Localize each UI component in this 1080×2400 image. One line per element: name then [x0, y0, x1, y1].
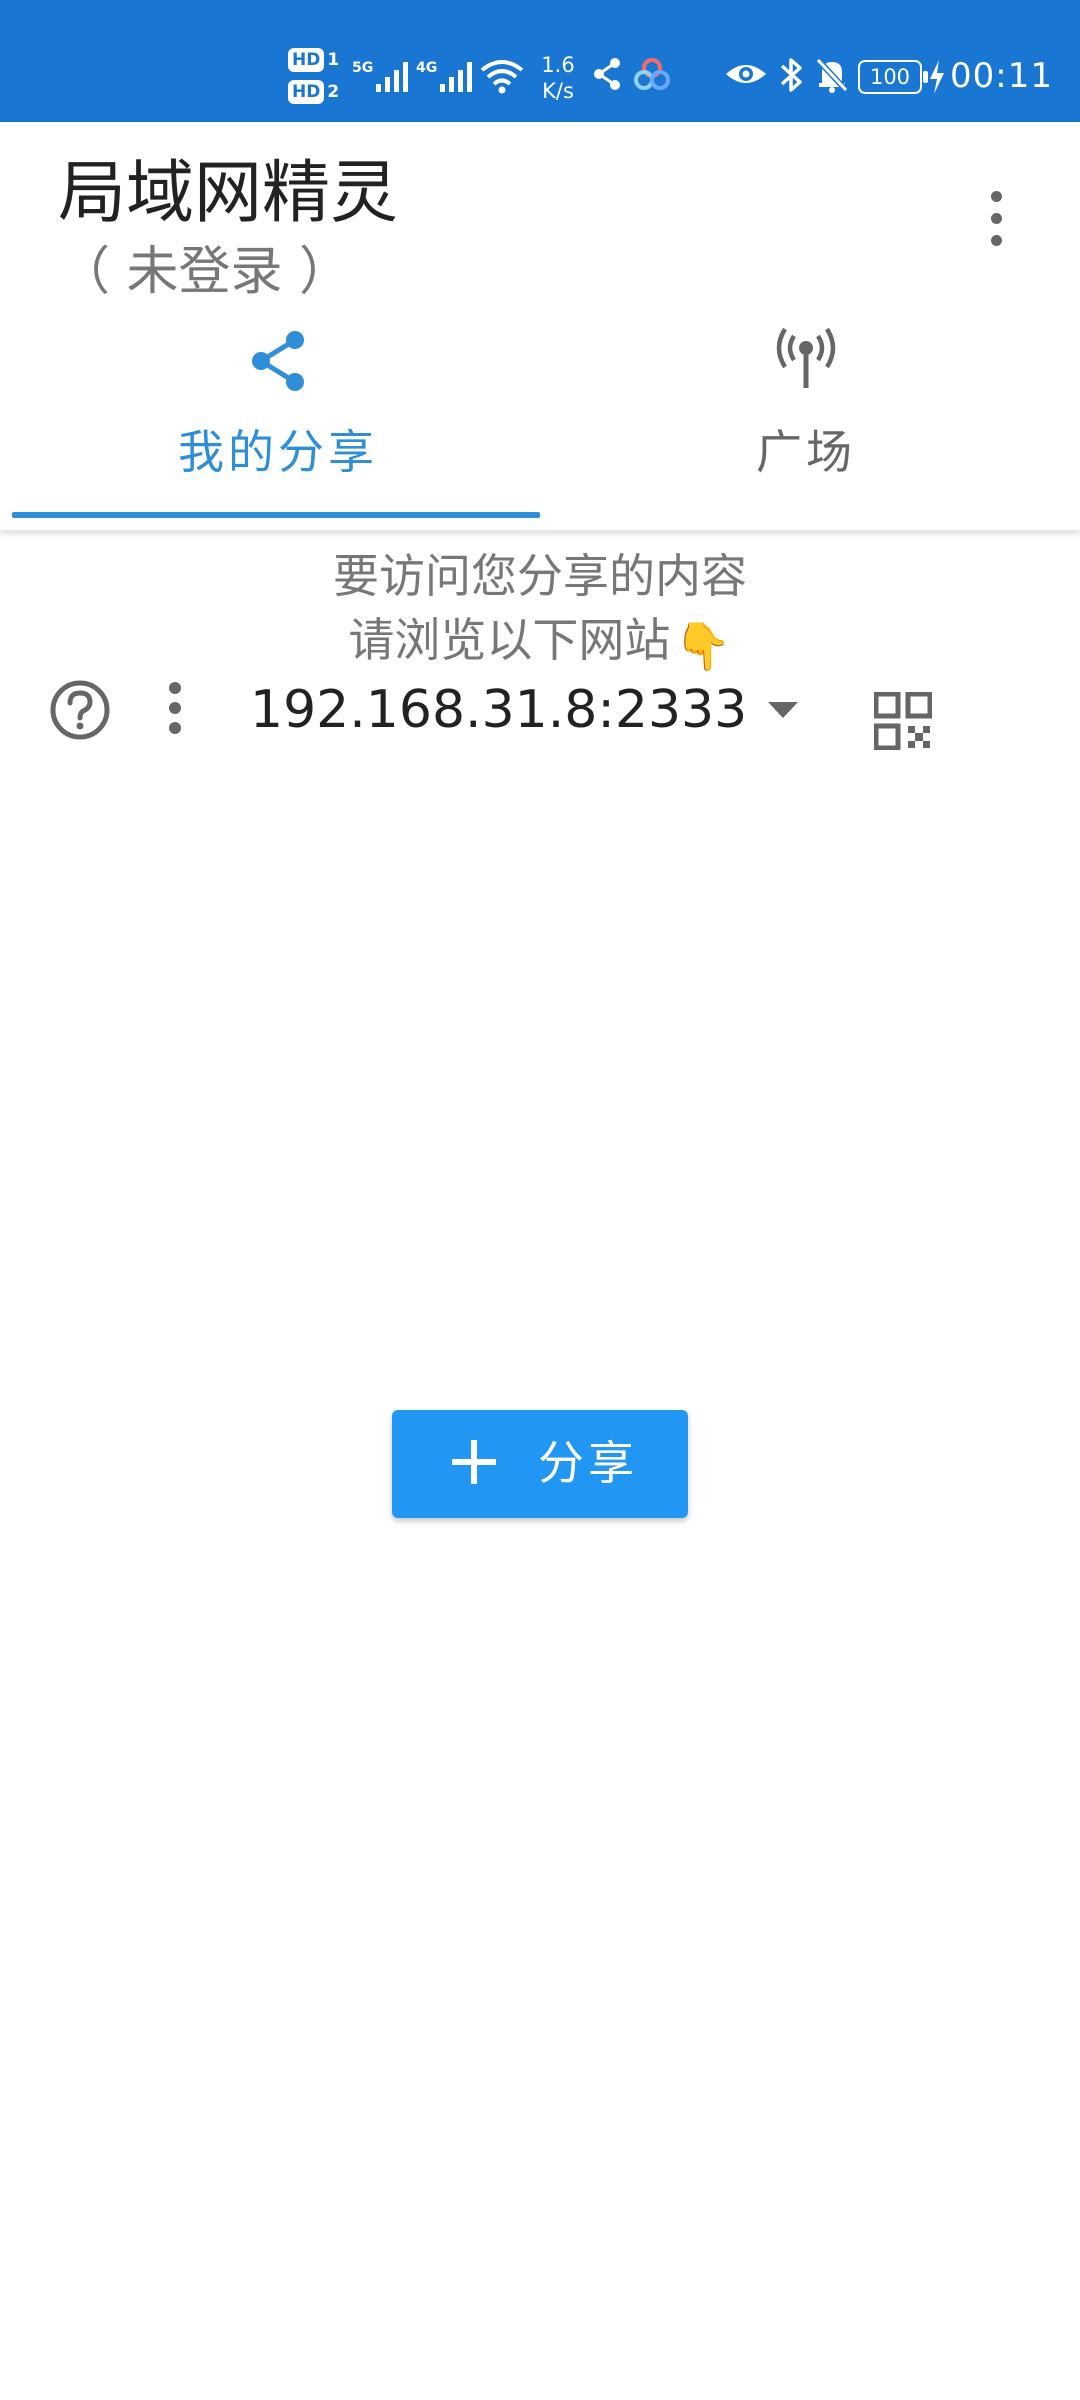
battery-icon: 100 [858, 60, 928, 94]
app-title: 局域网精灵 [58, 154, 399, 233]
wifi-icon [480, 60, 524, 94]
bluetooth-icon [780, 58, 802, 92]
more-icon [990, 191, 1002, 202]
hint-line-1: 要访问您分享的内容 [333, 549, 747, 603]
help-icon[interactable] [48, 678, 112, 742]
charging-icon [930, 60, 944, 94]
tab-square[interactable]: 广场 [540, 318, 1072, 516]
plus-icon [452, 1440, 496, 1484]
address-menu-button[interactable] [160, 674, 190, 744]
hd-indicator: HD 1 HD 2 [288, 48, 344, 112]
app-notification-icon [634, 58, 670, 90]
active-tab-indicator [12, 512, 540, 518]
status-bar: HD 1 HD 2 5G 4G 1.6 K/s 100 00:11 [0, 0, 1080, 122]
tab-square-label: 广场 [756, 425, 856, 479]
network-speed: 1.6 K/s [541, 53, 575, 103]
tab-my-share-label: 我的分享 [178, 425, 378, 479]
pointing-down-icon: 👇 [674, 619, 732, 673]
more-vert-icon [169, 682, 181, 694]
dropdown-arrow-icon[interactable] [766, 700, 800, 720]
address-row: 192.168.31.8:2333 [0, 672, 1080, 750]
tab-my-share[interactable]: 我的分享 [12, 318, 544, 516]
login-status[interactable]: （ 未登录 ） [58, 238, 351, 306]
share-address[interactable]: 192.168.31.8:2333 [250, 678, 747, 742]
eye-comfort-icon [726, 65, 766, 83]
antenna-icon [776, 327, 836, 388]
hint-line-2: 请浏览以下网站👇 [0, 608, 1080, 678]
qr-code-icon[interactable] [874, 692, 932, 750]
share-notification-icon [594, 58, 620, 90]
share-icon [252, 331, 304, 391]
add-share-button[interactable]: 分享 [392, 1410, 688, 1518]
clock: 00:11 [950, 56, 1053, 96]
app-header: 局域网精灵 （ 未登录 ） 我的分享 广场 [0, 122, 1080, 530]
overflow-menu-button[interactable] [966, 180, 1026, 276]
mute-bell-icon [815, 57, 849, 93]
add-share-label: 分享 [538, 1436, 638, 1490]
